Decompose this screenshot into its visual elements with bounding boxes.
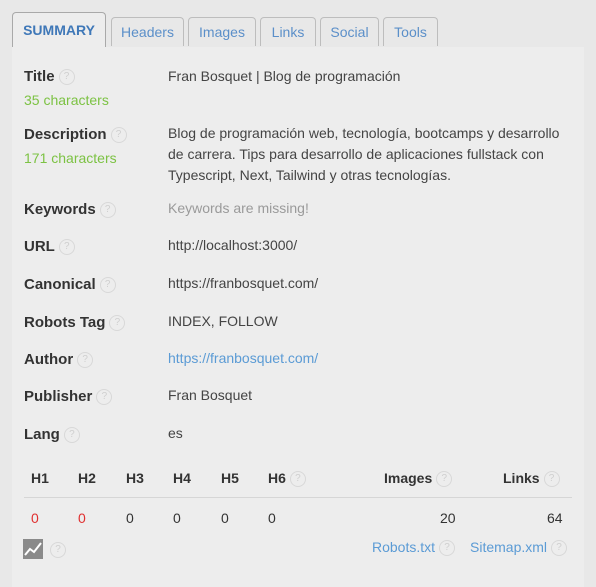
url-value: http://localhost:3000/ — [168, 237, 298, 253]
h5-count: 0 — [221, 510, 229, 526]
title-char-count: 35 characters — [24, 92, 109, 108]
robots-tag-value: INDEX, FOLLOW — [168, 313, 278, 329]
tab-links[interactable]: Links — [260, 17, 316, 46]
tab-images[interactable]: Images — [188, 17, 256, 46]
h6-count: 0 — [268, 510, 276, 526]
canonical-field: Canonical? — [24, 276, 116, 294]
h6-header-label: H6 — [268, 470, 286, 486]
description-char-count: 171 characters — [24, 150, 117, 166]
robots-txt-label[interactable]: Robots.txt — [372, 539, 435, 555]
publisher-value: Fran Bosquet — [168, 387, 253, 403]
description-line: Typescript, Next, Tailwind y otras tecno… — [168, 167, 451, 183]
h3-count: 0 — [126, 510, 134, 526]
description-line: de carrera. Tips para desarrollo de apli… — [168, 146, 544, 162]
lang-field: Lang? — [24, 426, 80, 444]
help-icon[interactable]: ? — [96, 388, 113, 405]
description-label: Description — [24, 126, 107, 143]
lang-value: es — [168, 425, 183, 441]
robots-txt-link[interactable]: Robots.txt? — [372, 539, 456, 557]
h3-header: H3 — [126, 470, 144, 486]
h6-header: H6? — [268, 470, 306, 488]
description-value: Blog de programación web, tecnología, bo… — [168, 123, 559, 186]
h2-header: H2 — [78, 470, 96, 486]
help-icon[interactable]: ? — [58, 238, 75, 255]
h5-header: H5 — [221, 470, 239, 486]
lang-label: Lang — [24, 426, 60, 443]
title-field: Title? 35 characters — [24, 68, 109, 108]
help-icon[interactable]: ? — [58, 68, 75, 85]
h1-count: 0 — [31, 510, 39, 526]
title-value: Fran Bosquet | Blog de programación — [168, 68, 401, 84]
help-icon[interactable]: ? — [109, 314, 126, 331]
help-icon[interactable]: ? — [551, 540, 568, 557]
sitemap-xml-link[interactable]: Sitemap.xml? — [470, 539, 568, 557]
tab-headers[interactable]: Headers — [111, 17, 184, 46]
help-icon[interactable]: ? — [77, 351, 94, 368]
help-icon[interactable]: ? — [543, 471, 560, 488]
robots-tag-label: Robots Tag — [24, 314, 106, 331]
keywords-field: Keywords? — [24, 201, 116, 219]
tab-tools[interactable]: Tools — [383, 17, 438, 46]
robots-tag-field: Robots Tag? — [24, 314, 126, 332]
tab-social[interactable]: Social — [320, 17, 379, 46]
images-count: 20 — [440, 510, 456, 526]
keywords-value: Keywords are missing! — [168, 200, 309, 216]
sitemap-xml-label[interactable]: Sitemap.xml — [470, 539, 547, 555]
h4-count: 0 — [173, 510, 181, 526]
tab-bar: SUMMARY Headers Images Links Social Tool… — [12, 12, 584, 48]
links-header-label: Links — [503, 470, 540, 486]
publisher-field: Publisher? — [24, 388, 113, 406]
chart-icon[interactable] — [23, 539, 43, 564]
images-header-label: Images — [384, 470, 433, 486]
description-line: Blog de programación web, tecnología, bo… — [168, 125, 560, 141]
help-icon[interactable]: ? — [436, 471, 453, 488]
description-field: Description? 171 characters — [24, 126, 127, 166]
tab-summary[interactable]: SUMMARY — [12, 12, 106, 48]
help-icon[interactable]: ? — [99, 276, 116, 293]
canonical-label: Canonical — [24, 276, 96, 293]
h4-header: H4 — [173, 470, 191, 486]
keywords-label: Keywords — [24, 201, 96, 218]
publisher-label: Publisher — [24, 388, 93, 405]
help-icon[interactable]: ? — [439, 540, 456, 557]
title-label: Title — [24, 68, 55, 85]
author-link[interactable]: https://franbosquet.com/ — [168, 348, 318, 369]
images-header: Images? — [384, 470, 453, 488]
author-field: Author? — [24, 351, 94, 369]
h2-count: 0 — [78, 510, 86, 526]
help-icon[interactable]: ? — [289, 471, 306, 488]
canonical-value: https://franbosquet.com/ — [168, 275, 319, 291]
author-label: Author — [24, 351, 74, 368]
h1-header: H1 — [31, 470, 49, 486]
help-icon[interactable]: ? — [50, 542, 66, 558]
help-icon[interactable]: ? — [63, 426, 80, 443]
help-icon[interactable]: ? — [99, 201, 116, 218]
help-icon[interactable]: ? — [110, 126, 127, 143]
links-count: 64 — [547, 510, 563, 526]
links-header: Links? — [503, 470, 560, 488]
stats-divider — [24, 497, 572, 498]
url-field: URL? — [24, 238, 75, 256]
url-label: URL — [24, 238, 55, 255]
